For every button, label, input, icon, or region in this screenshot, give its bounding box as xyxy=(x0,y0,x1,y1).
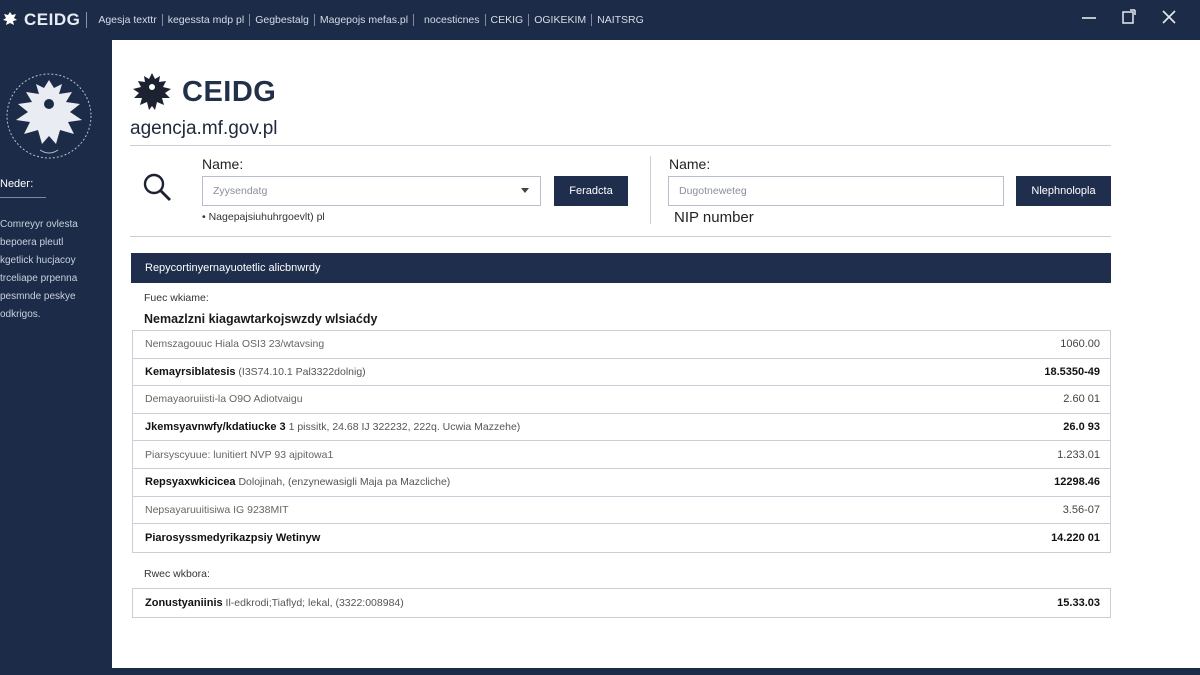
sidebar-links: Comreyyr ovlesta bepoera pleutl kgetlick… xyxy=(0,216,78,324)
results-header: Repycortinyernayuotetlic alicbnwrdy xyxy=(131,253,1111,283)
eagle-emblem-icon xyxy=(3,12,17,25)
row-description: Nepsayaruuitisiwa IG 9238MIT xyxy=(145,503,289,516)
sidebar: Nedeг: Comreyyr ovlesta bepoera pleutl k… xyxy=(0,40,112,675)
close-button[interactable] xyxy=(1160,8,1178,26)
search-hint: • Nagepajsiuhuhrgoevlt) pl xyxy=(202,211,325,223)
top-nav-item[interactable]: CEKIG xyxy=(486,14,530,26)
name-label: Name: xyxy=(202,156,244,172)
row-description: Jkemsyavnwfy/kdatiucke 3 1 pissitk, 24.6… xyxy=(145,421,521,434)
row-value: 14.220 01 xyxy=(1051,531,1100,544)
nip-name-label: Name: xyxy=(669,156,711,172)
brand-name: CEIDG xyxy=(24,10,81,29)
sidebar-title: Nedeг: xyxy=(0,178,34,190)
table-row[interactable]: Piarosyssmedyrikazpsiy Wetinyw 14.220 01 xyxy=(133,524,1110,552)
title-bar: CEIDG Agesja texttr kegessta mdp pl Gegb… xyxy=(0,0,1200,40)
window-controls xyxy=(1080,8,1178,26)
restore-icon xyxy=(1122,9,1136,24)
chevron-down-icon xyxy=(521,188,529,193)
row-value: 2.60 01 xyxy=(1063,393,1100,406)
results-caption: Fuec wkiame: xyxy=(144,292,209,304)
row-description: Repsyaxwkicicea Dolojinah, (enzynewasigl… xyxy=(145,476,451,489)
row-value: 12298.46 xyxy=(1054,476,1100,489)
divider xyxy=(130,236,1111,237)
search-icon[interactable] xyxy=(142,172,172,202)
secondary-table: Zonustyaniinis Il-edkrodi;Tiaflyd; lekal… xyxy=(132,588,1111,618)
secondary-caption: Rwec wkbora: xyxy=(144,568,210,580)
sidebar-link[interactable]: bepoera pleutl xyxy=(0,234,78,252)
search-button[interactable]: Feradcta xyxy=(554,176,628,206)
nip-number-label: NIP number xyxy=(674,209,754,226)
row-value: 1060.00 xyxy=(1060,338,1100,351)
sidebar-link[interactable]: odkrigos. xyxy=(0,306,78,324)
row-description: Nemszagouuc Hiala OSI3 23/wtavsing xyxy=(145,338,325,351)
table-row[interactable]: Nepsayaruuitisiwa IG 9238MIT 3.56-07 xyxy=(133,497,1110,525)
divider xyxy=(130,145,1111,146)
row-value: 1.233.01 xyxy=(1057,448,1100,461)
results-table: Nemszagouuc Hiala OSI3 23/wtavsing 1060.… xyxy=(132,330,1111,553)
top-nav-item[interactable]: nocesticnes xyxy=(414,14,486,26)
row-description: Zonustyaniinis Il-edkrodi;Tiaflyd; lekal… xyxy=(145,597,404,609)
sidebar-link[interactable]: trceliape prpenna xyxy=(0,270,78,288)
row-description: Piarsyscyuue: lunitiert NVP 93 ajpitowa1 xyxy=(145,448,334,461)
results-subtitle: Nemazlzni kiagawtarkojswzdy wlsiaćdy xyxy=(144,312,378,326)
table-row[interactable]: Kemayrsiblatesis (I3S74.10.1 Pal3322doln… xyxy=(133,359,1110,387)
table-row[interactable]: Piarsyscyuue: lunitiert NVP 93 ajpitowa1… xyxy=(133,441,1110,469)
row-description: Kemayrsiblatesis (I3S74.10.1 Pal3322doln… xyxy=(145,365,366,378)
row-description: Piarosyssmedyrikazpsiy Wetinyw xyxy=(145,531,321,544)
table-row[interactable]: Nemszagouuc Hiala OSI3 23/wtavsing 1060.… xyxy=(133,331,1110,359)
row-value: 3.56-07 xyxy=(1062,503,1100,516)
top-nav-item[interactable]: OGIKEKIM xyxy=(529,14,593,26)
eagle-emblem-icon xyxy=(133,73,171,110)
top-nav-item[interactable]: NAITSRG xyxy=(592,14,649,26)
sidebar-link[interactable]: Comreyyr ovlesta xyxy=(0,216,78,234)
table-row[interactable]: Zonustyaniinis Il-edkrodi;Tiaflyd; lekal… xyxy=(133,589,1110,617)
restore-button[interactable] xyxy=(1120,8,1138,26)
sidebar-link[interactable]: pesmnde peskye xyxy=(0,288,78,306)
divider xyxy=(86,12,88,28)
row-description: Demayaoruiisti-la O9O Adiotvaigu xyxy=(145,393,303,406)
row-value: 26.0 93 xyxy=(1063,421,1100,434)
main-content: CEIDG agencja.mf.gov.pl Name: Zyysendatg… xyxy=(112,40,1200,668)
nip-input-placeholder: Dugotneweteg xyxy=(679,185,747,197)
row-value: 18.5350-49 xyxy=(1044,365,1100,378)
top-nav-item[interactable]: Magepojs mefas.pl xyxy=(315,14,415,26)
top-nav: Agesja texttr kegessta mdp pl Gegbestalg… xyxy=(93,14,648,26)
table-row[interactable]: Repsyaxwkicicea Dolojinah, (enzynewasigl… xyxy=(133,469,1110,497)
domain-text: agencja.mf.gov.pl xyxy=(130,118,278,139)
table-row[interactable]: Demayaoruiisti-la O9O Adiotvaigu 2.60 01 xyxy=(133,386,1110,414)
nip-input[interactable]: Dugotneweteg xyxy=(668,176,1004,206)
top-nav-item[interactable]: kegessta mdp pl xyxy=(163,14,249,26)
brand[interactable]: CEIDG xyxy=(0,0,80,40)
row-value: 15.33.03 xyxy=(1057,597,1100,609)
state-emblem-icon xyxy=(6,73,92,159)
bottom-border xyxy=(112,668,1200,675)
minimize-button[interactable] xyxy=(1080,8,1098,26)
logo: CEIDG xyxy=(130,70,276,114)
top-nav-item[interactable]: Gegbestalg xyxy=(249,14,315,26)
close-icon xyxy=(1162,10,1176,24)
name-select-placeholder: Zyysendatg xyxy=(213,185,268,197)
name-select[interactable]: Zyysendatg xyxy=(202,176,541,206)
minimize-icon xyxy=(1082,17,1096,19)
sidebar-link[interactable]: kgetlick hucjacoy xyxy=(0,252,78,270)
divider xyxy=(0,197,46,198)
table-row[interactable]: Jkemsyavnwfy/kdatiucke 3 1 pissitk, 24.6… xyxy=(133,414,1110,442)
logo-title: CEIDG xyxy=(182,75,277,108)
top-nav-item[interactable]: Agesja texttr xyxy=(93,14,163,26)
divider xyxy=(650,156,651,224)
nip-search-button[interactable]: Nlephnolopla xyxy=(1016,176,1111,206)
